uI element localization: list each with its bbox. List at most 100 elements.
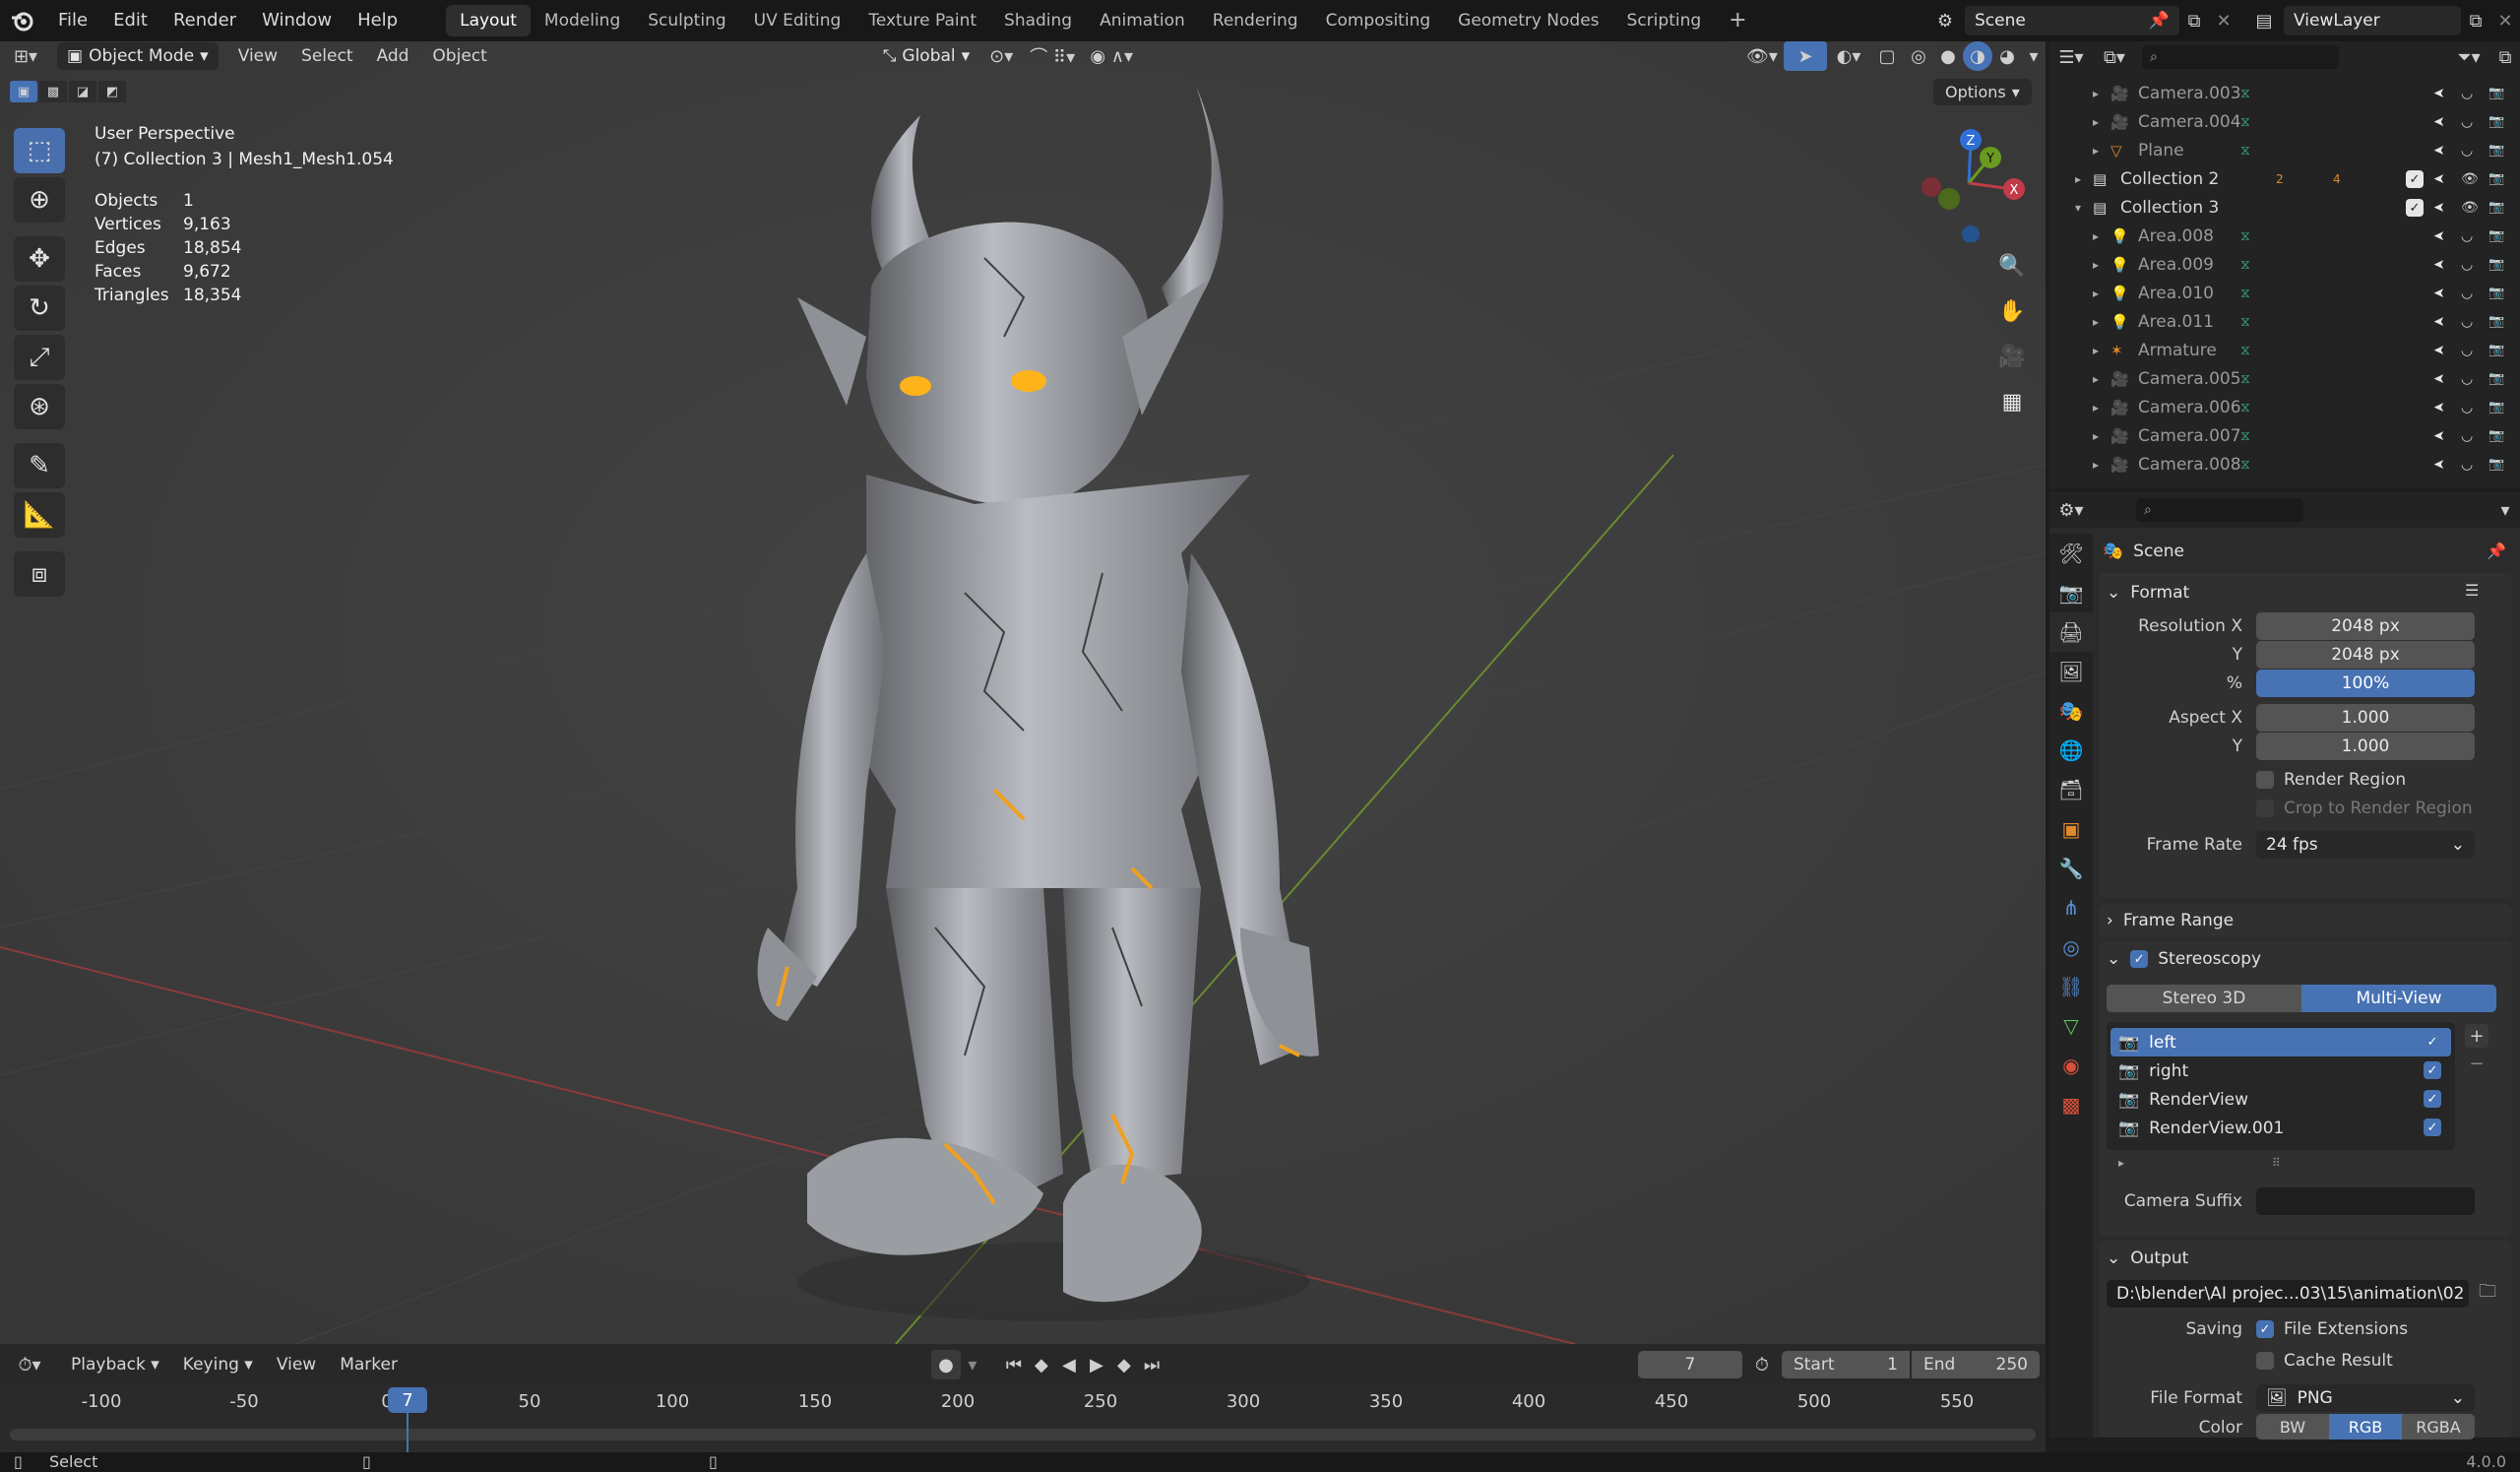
remove-view-icon[interactable]: − (2465, 1052, 2488, 1075)
outliner-row[interactable]: ▸ ▤ Collection 2 2 4 ✓ ➤ 👁 📷 (2049, 164, 2520, 193)
tool-tab-icon[interactable]: 🛠 (2049, 534, 2093, 573)
selectable-icon[interactable]: ➤ (2433, 171, 2445, 187)
multi-view-button[interactable]: Multi-View (2301, 985, 2496, 1012)
texture-tab-icon[interactable]: ▩ (2049, 1085, 2093, 1124)
resolution-x-field[interactable]: 2048 px (2256, 612, 2475, 640)
expand-icon[interactable]: ▸ (2093, 229, 2099, 243)
scene-selector-icon[interactable]: ⚙ (1925, 6, 1965, 35)
add-view-icon[interactable]: + (2465, 1024, 2488, 1048)
play-reverse-icon[interactable]: ◀ (1055, 1350, 1083, 1379)
select-box-tool-icon[interactable]: ⬚ (14, 128, 65, 173)
jump-start-icon[interactable]: ⏮ (1000, 1350, 1028, 1379)
outliner-row[interactable]: ▸ 🎥 Camera.008 ⧖ ➤ ◡ 📷 (2049, 450, 2520, 479)
scale-tool-icon[interactable]: ⤢ (14, 335, 65, 380)
exclude-checkbox-icon[interactable]: ✓ (2406, 170, 2424, 188)
scene-field[interactable]: Scene 📌 (1965, 6, 2179, 35)
pivot-icon[interactable]: ⊙▾ (979, 41, 1023, 71)
display-mode-icon[interactable]: ⧉▾ (2093, 42, 2136, 72)
aspect-x-field[interactable]: 1.000 (2256, 704, 2475, 732)
expand-icon[interactable]: ▸ (2093, 258, 2099, 272)
menu-keying[interactable]: Keying ▾ (171, 1350, 265, 1379)
view-enabled-checkbox-icon[interactable]: ✓ (2424, 1119, 2441, 1136)
options-button[interactable]: Options ▾ (1933, 79, 2032, 105)
render-camera-icon[interactable]: 📷 (2488, 428, 2504, 443)
selectable-icon[interactable]: ➤ (2433, 457, 2445, 473)
frame-rate-dropdown[interactable]: 24 fps ⌄ (2256, 831, 2475, 859)
tab-shading[interactable]: Shading (990, 5, 1086, 36)
expand-icon[interactable]: ▸ (2093, 315, 2099, 329)
selectable-icon[interactable]: ➤ (2433, 428, 2445, 444)
menu-view[interactable]: View (226, 41, 289, 71)
menu-object[interactable]: Object (420, 41, 498, 71)
visibility-eye-icon[interactable]: ◡ (2461, 343, 2473, 358)
render-camera-icon[interactable]: 📷 (2488, 114, 2504, 129)
color-bw-button[interactable]: BW (2256, 1414, 2329, 1440)
file-extensions-checkbox[interactable]: ✓ File Extensions (2256, 1319, 2408, 1339)
move-tool-icon[interactable]: ✥ (14, 236, 65, 282)
output-tab-icon[interactable]: 🖨 (2049, 612, 2093, 652)
tab-rendering[interactable]: Rendering (1199, 5, 1312, 36)
color-rgb-button[interactable]: RGB (2329, 1414, 2402, 1440)
filter-icon[interactable]: ⏷▾ (2447, 42, 2490, 72)
render-tab-icon[interactable]: 📷 (2049, 573, 2093, 612)
add-cube-tool-icon[interactable]: ⧈ (14, 551, 65, 597)
solid-shading-icon[interactable]: ● (1933, 41, 1963, 71)
rotate-tool-icon[interactable]: ↻ (14, 286, 65, 331)
expand-icon[interactable]: ▸ (2093, 429, 2099, 443)
menu-file[interactable]: File (45, 0, 100, 41)
jump-end-icon[interactable]: ⏭ (1138, 1350, 1166, 1379)
tab-modeling[interactable]: Modeling (531, 5, 634, 36)
visibility-eye-icon[interactable]: 👁 (2461, 171, 2479, 187)
particles-tab-icon[interactable]: ⋔ (2049, 888, 2093, 928)
modifier-tab-icon[interactable]: 🔧 (2049, 849, 2093, 888)
tab-uv-editing[interactable]: UV Editing (740, 5, 855, 36)
selectable-icon[interactable]: ➤ (2433, 371, 2445, 387)
outliner-row[interactable]: ▸ 🎥 Camera.003 ⧖ ➤ ◡ 📷 (2049, 79, 2520, 107)
outliner-row[interactable]: ▸ 🎥 Camera.005 ⧖ ➤ ◡ 📷 (2049, 364, 2520, 393)
expand-icon[interactable]: ▸ (2093, 372, 2099, 386)
menu-render[interactable]: Render (160, 0, 249, 41)
shading-options-icon[interactable]: ▾ (2022, 41, 2046, 71)
render-camera-icon[interactable]: 📷 (2488, 228, 2504, 243)
prev-keyframe-icon[interactable]: ◆ (1028, 1350, 1055, 1379)
menu-window[interactable]: Window (249, 0, 345, 41)
format-header[interactable]: ⌄ Format (2107, 583, 2189, 603)
snap-icon[interactable]: ⌒ ⠿▾ (1023, 41, 1082, 71)
visibility-eye-icon[interactable]: 👁 (2461, 200, 2479, 216)
delete-scene-icon[interactable]: ✕ (2209, 6, 2238, 35)
cache-result-checkbox[interactable]: Cache Result (2256, 1351, 2393, 1371)
stereo-3d-button[interactable]: Stereo 3D (2107, 985, 2301, 1012)
measure-tool-icon[interactable]: 📐 (14, 492, 65, 538)
add-workspace-button[interactable]: + (1715, 5, 1760, 36)
view-enabled-checkbox-icon[interactable]: ✓ (2424, 1061, 2441, 1079)
expand-icon[interactable]: ▸ (2075, 172, 2081, 186)
selectable-icon[interactable]: ➤ (2433, 228, 2445, 244)
render-region-checkbox[interactable]: Render Region (2256, 770, 2406, 790)
tab-geometry-nodes[interactable]: Geometry Nodes (1444, 5, 1612, 36)
object-tab-icon[interactable]: ▣ (2049, 809, 2093, 849)
visibility-eye-icon[interactable]: ◡ (2461, 257, 2473, 273)
aspect-y-field[interactable]: 1.000 (2256, 733, 2475, 760)
ortho-grid-icon[interactable]: ▦ (1990, 380, 2034, 423)
zoom-icon[interactable]: 🔍 (1990, 244, 2034, 288)
selectable-icon[interactable]: ➤ (2433, 257, 2445, 273)
outliner-search-input[interactable]: ⌕ (2142, 45, 2339, 69)
timeline-editor-icon[interactable]: ⏱▾ (0, 1350, 59, 1379)
xray-icon[interactable]: ▢ (1870, 41, 1904, 71)
render-camera-icon[interactable]: 📷 (2488, 457, 2504, 472)
collection-tab-icon[interactable]: 🗃 (2049, 770, 2093, 809)
expand-icon[interactable]: ▸ (2093, 401, 2099, 415)
render-camera-icon[interactable]: 📷 (2488, 143, 2504, 158)
folder-icon[interactable]: 🗀 (2473, 1280, 2502, 1308)
selectable-icon[interactable]: ➤ (2433, 286, 2445, 301)
menu-select[interactable]: Select (289, 41, 364, 71)
world-tab-icon[interactable]: 🌐 (2049, 731, 2093, 770)
tab-layout[interactable]: Layout (446, 5, 531, 36)
mode-dropdown[interactable]: ▣ Object Mode ▾ (57, 42, 219, 70)
view-enabled-checkbox-icon[interactable]: ✓ (2424, 1090, 2441, 1108)
render-camera-icon[interactable]: 📷 (2488, 314, 2504, 329)
visibility-eye-icon[interactable]: ◡ (2461, 457, 2473, 473)
outliner-row[interactable]: ▸ 🎥 Camera.004 ⧖ ➤ ◡ 📷 (2049, 107, 2520, 136)
menu-timeline-view[interactable]: View (265, 1350, 328, 1379)
chevron-down-icon[interactable]: ▾ (2490, 495, 2520, 525)
